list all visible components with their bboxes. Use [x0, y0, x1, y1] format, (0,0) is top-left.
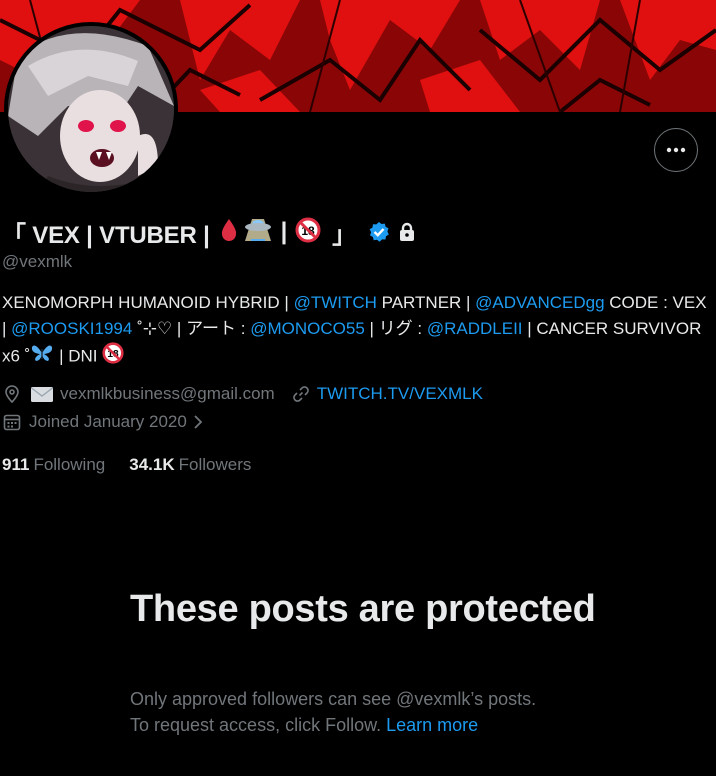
calendar-icon [3, 414, 21, 431]
butterfly-icon [31, 344, 53, 370]
bio-link-rooski[interactable]: @ROOSKI1994 [11, 319, 132, 338]
protected-description: Only approved followers can see @vexmlk’… [130, 686, 690, 738]
followers-count: 34.1K [129, 455, 175, 474]
bio-link-monoco[interactable]: @MONOCO55 [250, 319, 365, 338]
following-link[interactable]: 911 Following [2, 455, 105, 475]
link-icon [292, 386, 309, 402]
protected-title: These posts are protected [130, 588, 596, 630]
bio-link-twitch[interactable]: @TWITCH [294, 293, 377, 312]
verified-badge-icon[interactable] [368, 221, 390, 243]
no-under-18-icon: 18 [295, 217, 321, 248]
bio-link-advancedgg[interactable]: @ADVANCEDgg [475, 293, 604, 312]
display-name-separator: | [280, 218, 288, 245]
email-text: vexmlkbusiness@gmail.com [60, 384, 275, 403]
followers-label: Followers [178, 455, 252, 474]
more-icon [666, 147, 686, 153]
location-icon [5, 385, 19, 404]
lock-icon [398, 222, 416, 242]
ufo-icon [244, 217, 272, 248]
profile-page: 「 VEX | VTUBER | | 18 」 [0, 0, 716, 776]
follow-stats: 911 Following 34.1K Followers [2, 453, 251, 477]
joined-text: Joined January 2020 [29, 412, 187, 431]
followers-link[interactable]: 34.1K Followers [129, 455, 251, 475]
envelope-icon [31, 387, 53, 402]
bio-link-raddle[interactable]: @RADDLEII [427, 319, 523, 338]
profile-meta-row: vexmlkbusiness@gmail.com TWITCH.TV/VEXML… [2, 382, 483, 406]
display-name-end: 」 [332, 221, 356, 249]
location-item: vexmlkbusiness@gmail.com [2, 384, 275, 404]
no-under-18-icon: 18 [102, 342, 124, 372]
blood-drop-icon [220, 218, 238, 247]
protected-desc-line2: To request access, click Follow. [130, 715, 382, 735]
website-item[interactable]: TWITCH.TV/VEXMLK [291, 384, 483, 404]
joined-row[interactable]: Joined January 2020 [2, 410, 205, 434]
display-name-row: 「 VEX | VTUBER | | 18 」 [2, 214, 416, 250]
more-options-button[interactable] [654, 128, 698, 172]
following-label: Following [33, 455, 106, 474]
learn-more-link[interactable]: Learn more [386, 715, 478, 735]
website-link[interactable]: TWITCH.TV/VEXMLK [317, 384, 483, 404]
handle: @vexmlk [2, 252, 73, 271]
protected-desc-line1: Only approved followers can see @vexmlk’… [130, 689, 537, 709]
following-count: 911 [2, 455, 30, 474]
chevron-right-icon [194, 415, 203, 429]
bio: XENOMORPH HUMANOID HYBRID | @TWITCH PART… [2, 290, 714, 372]
display-name: 「 VEX | VTUBER | [2, 221, 210, 249]
avatar[interactable] [4, 22, 178, 196]
